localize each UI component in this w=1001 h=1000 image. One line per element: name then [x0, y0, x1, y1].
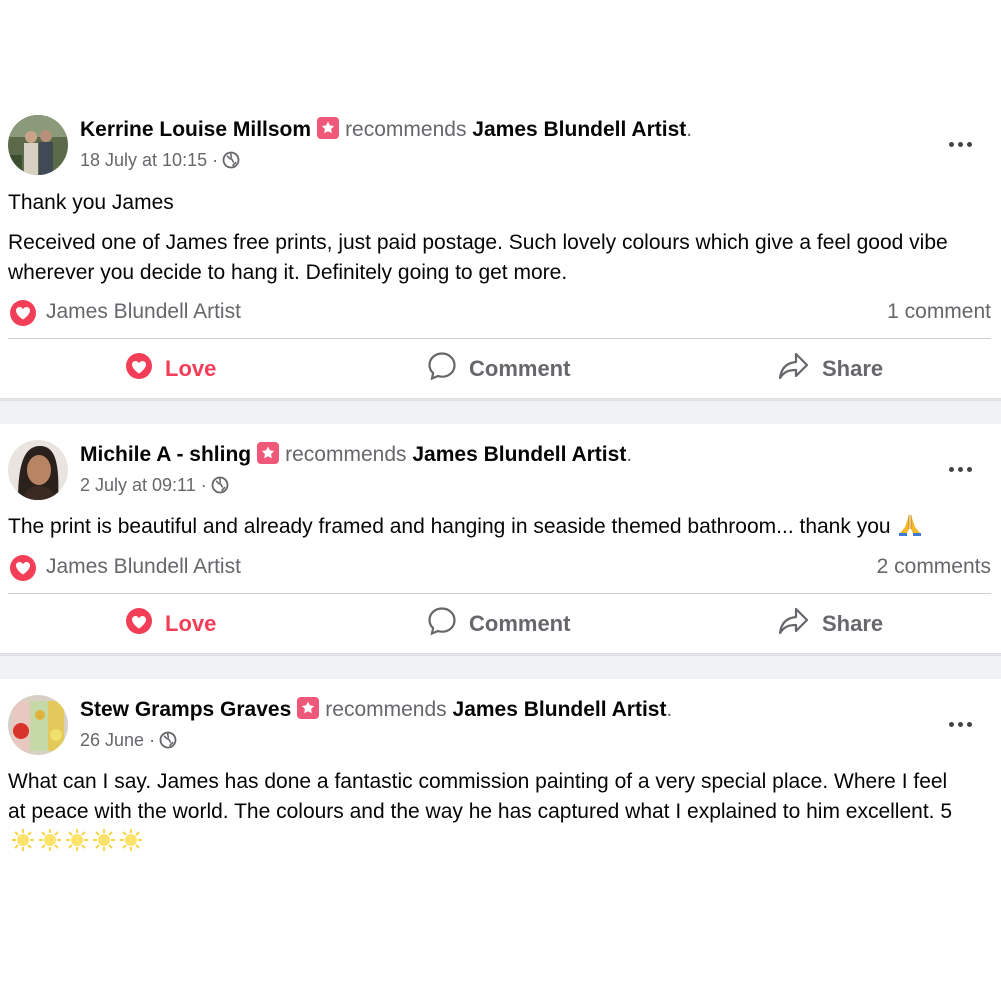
- post-date[interactable]: 26 June: [80, 730, 144, 750]
- love-heart-icon[interactable]: [10, 300, 36, 326]
- post-3: Stew Gramps Graves recommends James Blund…: [0, 679, 1001, 1000]
- love-button[interactable]: Love: [125, 595, 216, 653]
- recommend-badge-icon: [257, 442, 280, 464]
- post-date[interactable]: 2 July at 09:11: [80, 475, 196, 495]
- post-paragraph-text: The print is beautiful and already frame…: [8, 515, 891, 538]
- recommends-text: recommends: [345, 118, 467, 141]
- post-paragraph: The print is beautiful and already frame…: [8, 512, 988, 542]
- post-header: Stew Gramps Graves recommends James Blund…: [80, 697, 673, 721]
- meta-separator: ·: [212, 150, 219, 170]
- love-button[interactable]: Love: [125, 340, 216, 398]
- comment-label: Comment: [469, 356, 571, 381]
- sun-emoji-group: [8, 828, 143, 853]
- author-name[interactable]: Stew Gramps Graves: [80, 698, 291, 721]
- divider: [8, 593, 991, 594]
- post-body: What can I say. James has done a fantast…: [8, 767, 968, 857]
- sun-emoji: [92, 828, 116, 852]
- reaction-names[interactable]: James Blundell Artist: [46, 555, 241, 579]
- more-options-icon[interactable]: [947, 137, 977, 151]
- avatar[interactable]: [8, 115, 68, 175]
- more-options-icon[interactable]: [947, 462, 977, 476]
- reaction-summary: James Blundell Artist 1 comment: [8, 298, 991, 328]
- recommend-badge-icon: [297, 697, 320, 719]
- more-options-icon[interactable]: [947, 717, 977, 731]
- love-label: Love: [165, 611, 217, 636]
- meta-separator: ·: [149, 730, 156, 750]
- avatar[interactable]: [8, 440, 68, 500]
- post-body: Thank you James Received one of James fr…: [8, 188, 988, 288]
- recommends-text: recommends: [325, 698, 447, 721]
- author-name[interactable]: Michile A - shling: [80, 443, 251, 466]
- comment-button[interactable]: Comment: [427, 595, 570, 653]
- page-name[interactable]: James Blundell Artist: [453, 698, 667, 721]
- share-label: Share: [822, 356, 884, 381]
- sun-emoji: [65, 828, 89, 852]
- page-name[interactable]: James Blundell Artist: [412, 443, 626, 466]
- globe-icon: [211, 476, 229, 500]
- post-meta: 18 July at 10:15 ·: [80, 148, 240, 175]
- post-date[interactable]: 18 July at 10:15: [80, 150, 207, 170]
- reaction-names[interactable]: James Blundell Artist: [46, 300, 241, 324]
- comment-button[interactable]: Comment: [427, 340, 570, 398]
- avatar[interactable]: [8, 695, 68, 755]
- post-header: Michile A - shling recommends James Blund…: [80, 442, 633, 466]
- recommend-badge-icon: [317, 117, 340, 139]
- divider: [8, 338, 991, 339]
- comment-label: Comment: [469, 611, 571, 636]
- globe-icon: [222, 151, 240, 175]
- recommends-text: recommends: [285, 443, 407, 466]
- comment-bubble-icon: [427, 351, 457, 387]
- sun-emoji: [119, 828, 143, 852]
- post-1: Kerrine Louise Millsom recommends James B…: [0, 100, 1001, 398]
- post-body: The print is beautiful and already frame…: [8, 512, 988, 542]
- sun-emoji: [38, 828, 62, 852]
- post-paragraph: Thank you James: [8, 191, 174, 214]
- post-meta: 2 July at 09:11 ·: [80, 473, 229, 500]
- feed-gap: [0, 655, 1001, 679]
- folded-hands-emoji: [897, 513, 923, 537]
- action-bar: Love Comment Share: [0, 595, 1001, 653]
- share-label: Share: [822, 611, 884, 636]
- post-header: Kerrine Louise Millsom recommends James B…: [80, 117, 693, 141]
- share-button[interactable]: Share: [778, 595, 883, 653]
- share-button[interactable]: Share: [778, 340, 883, 398]
- reaction-summary: James Blundell Artist 2 comments: [8, 553, 991, 583]
- love-label: Love: [165, 356, 217, 381]
- post-paragraph-text: What can I say. James has done a fantast…: [8, 770, 953, 823]
- meta-separator: ·: [200, 475, 207, 495]
- share-arrow-icon: [778, 606, 810, 642]
- post-paragraph: Received one of James free prints, just …: [8, 231, 948, 284]
- sun-emoji: [11, 828, 35, 852]
- feed-gap: [0, 400, 1001, 424]
- author-name[interactable]: Kerrine Louise Millsom: [80, 118, 311, 141]
- comment-count[interactable]: 1 comment: [887, 300, 991, 324]
- post-meta: 26 June ·: [80, 728, 177, 755]
- love-heart-icon[interactable]: [10, 555, 36, 581]
- share-arrow-icon: [778, 351, 810, 387]
- post-paragraph: What can I say. James has done a fantast…: [8, 767, 968, 857]
- globe-icon: [159, 731, 177, 755]
- love-heart-icon: [125, 352, 153, 386]
- love-heart-icon: [125, 607, 153, 641]
- comment-count[interactable]: 2 comments: [877, 555, 991, 579]
- comment-bubble-icon: [427, 606, 457, 642]
- post-2: Michile A - shling recommends James Blund…: [0, 424, 1001, 653]
- page-name[interactable]: James Blundell Artist: [472, 118, 686, 141]
- action-bar: Love Comment Share: [0, 340, 1001, 398]
